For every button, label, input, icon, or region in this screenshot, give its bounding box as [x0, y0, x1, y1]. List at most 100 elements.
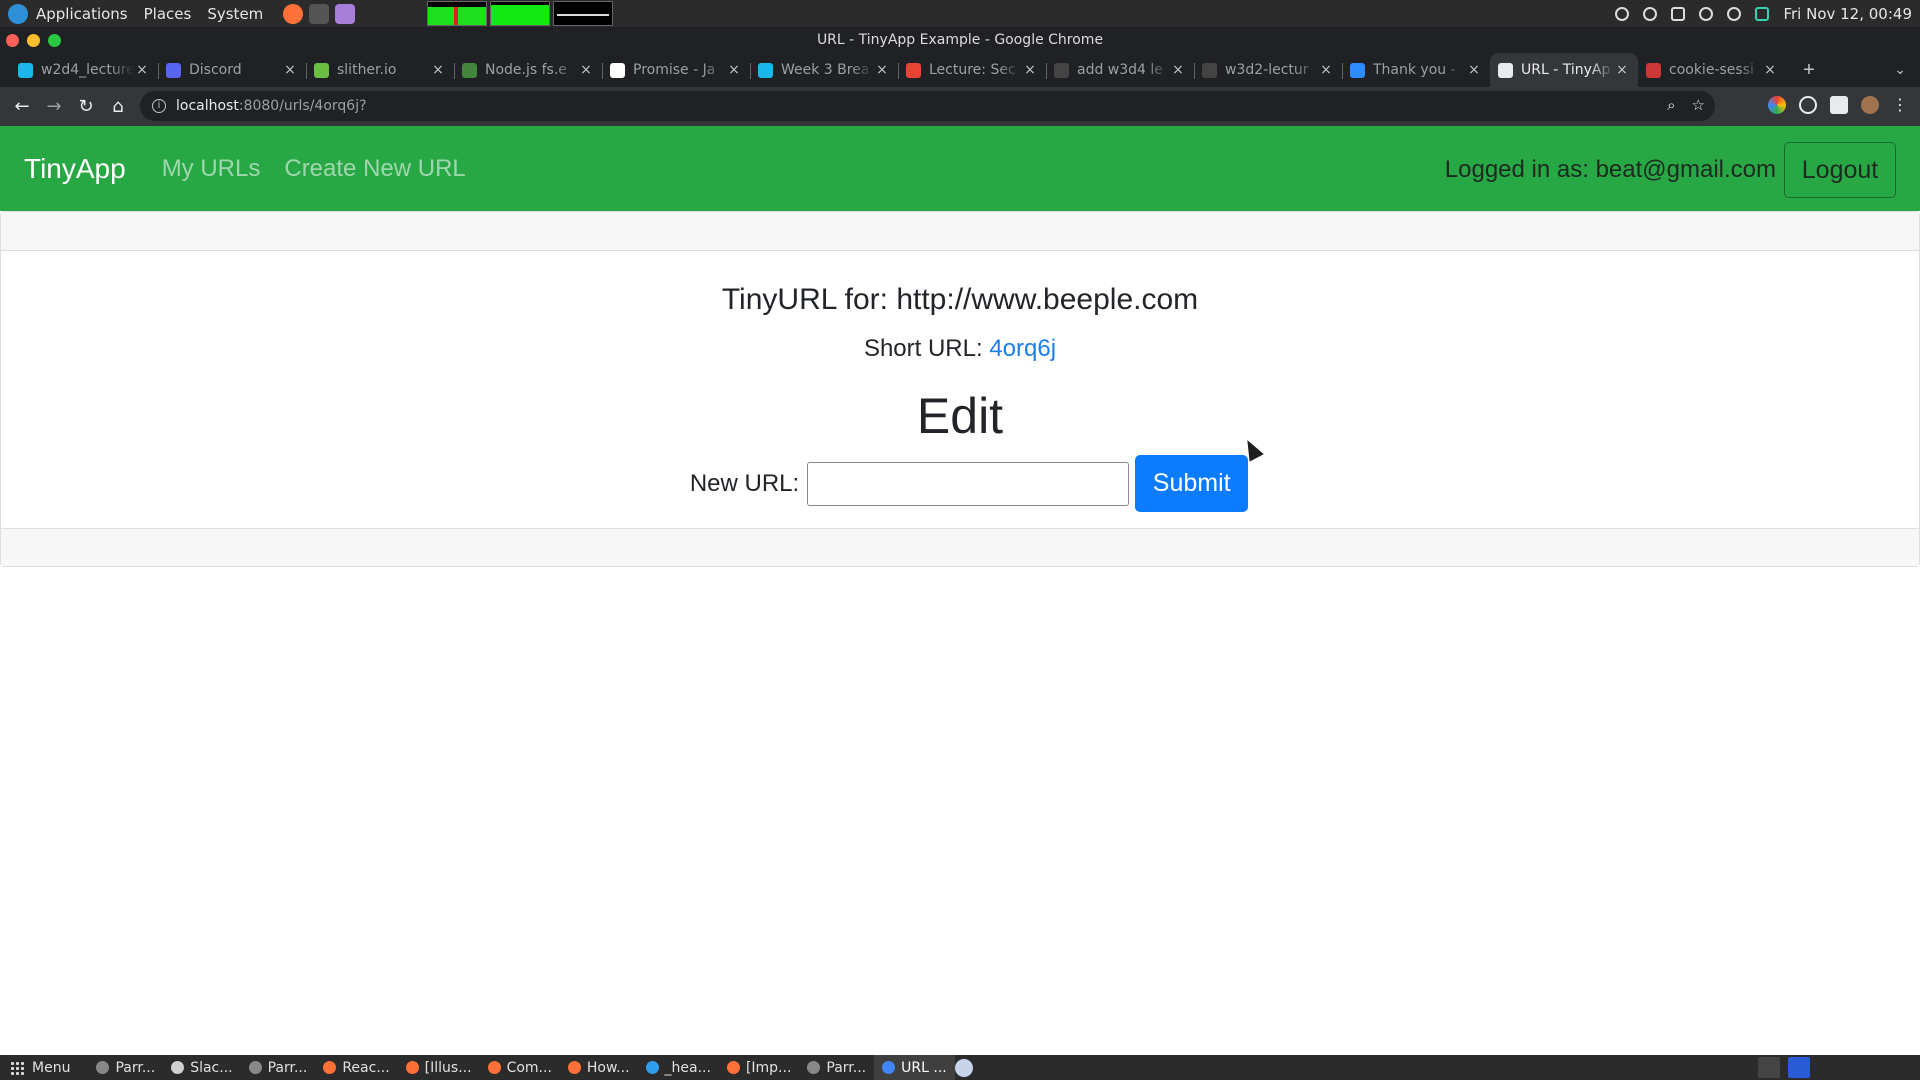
taskbar-item-label: Slac...: [190, 1059, 233, 1076]
taskbar-window-item[interactable]: Parr...: [241, 1055, 316, 1080]
nav-my-urls[interactable]: My URLs: [162, 155, 261, 183]
taskbar-item-label: Parr...: [267, 1059, 308, 1076]
text-editor-launcher-icon[interactable]: [335, 3, 356, 24]
workspace-switcher-icon[interactable]: [1758, 1057, 1780, 1078]
wifi-icon[interactable]: [1727, 6, 1742, 21]
browser-tab[interactable]: w2d4_lecture ×: [10, 53, 158, 87]
home-button[interactable]: ⌂: [102, 91, 134, 123]
taskbar-window-item[interactable]: URL ...: [874, 1055, 955, 1080]
browser-tab[interactable]: Thank you - ×: [1342, 53, 1490, 87]
color-picker-extension-icon[interactable]: [1768, 96, 1786, 114]
github-icon: [1202, 62, 1217, 78]
browser-tab[interactable]: slither.io ×: [306, 53, 454, 87]
firefox-launcher-icon[interactable]: [283, 3, 304, 24]
extensions-puzzle-icon[interactable]: [1830, 96, 1848, 114]
gmail-icon: [906, 62, 921, 78]
vimeo-icon: [18, 62, 33, 78]
tab-close-icon[interactable]: ×: [874, 62, 890, 78]
nav-create-new-url[interactable]: Create New URL: [284, 155, 465, 183]
vimeo-icon: [758, 62, 773, 78]
taskbar-item-label: Reac...: [342, 1059, 390, 1076]
taskbar-window-item[interactable]: Parr...: [88, 1055, 163, 1080]
profile-avatar[interactable]: [1861, 96, 1879, 114]
firefox-icon: [567, 1061, 581, 1074]
taskbar-window-item[interactable]: [Imp...: [719, 1055, 799, 1080]
battery-icon[interactable]: [1755, 6, 1770, 21]
extensions-area: ⋮: [1768, 95, 1908, 115]
edit-form: New URL: Submit: [19, 455, 1919, 512]
weather-icon[interactable]: [954, 1058, 973, 1077]
react-devtools-icon[interactable]: [1799, 96, 1817, 114]
distro-logo-icon[interactable]: [8, 3, 28, 24]
brand-link[interactable]: TinyApp: [24, 153, 126, 185]
chrome-menu-icon[interactable]: ⋮: [1892, 95, 1908, 115]
github-icon: [1054, 62, 1069, 78]
browser-tab[interactable]: Week 3 Brea ×: [750, 53, 898, 87]
omnibox-actions: ⌕ ☆: [1667, 96, 1705, 114]
taskbar-window-item[interactable]: Reac...: [315, 1055, 397, 1080]
submit-button[interactable]: Submit: [1135, 455, 1249, 512]
zoom-icon[interactable]: ⌕: [1667, 96, 1675, 114]
site-info-icon[interactable]: i: [152, 99, 166, 113]
taskbar-item-label: _hea...: [664, 1059, 711, 1076]
window-title: URL - TinyApp Example - Google Chrome: [816, 32, 1104, 48]
bluetooth-icon[interactable]: [1643, 6, 1658, 21]
browser-tab[interactable]: Node.js fs.e ×: [454, 53, 602, 87]
tab-close-icon[interactable]: ×: [578, 62, 594, 78]
browser-tab[interactable]: Promise - Ja ×: [602, 53, 750, 87]
browser-tab[interactable]: Discord ×: [158, 53, 306, 87]
tab-close-icon[interactable]: ×: [1318, 62, 1334, 78]
tab-close-icon[interactable]: ×: [282, 62, 298, 78]
places-menu[interactable]: Places: [144, 5, 192, 23]
tab-close-icon[interactable]: ×: [1614, 62, 1630, 78]
taskbar-window-item[interactable]: Slac...: [163, 1055, 240, 1080]
forward-button[interactable]: →: [38, 91, 70, 123]
address-bar[interactable]: i localhost:8080/urls/4orq6j? ⌕ ☆: [140, 91, 1715, 121]
logout-button[interactable]: Logout: [1784, 142, 1896, 198]
user-area: Logged in as: beat@gmail.com Logout: [1445, 142, 1896, 198]
new-tab-button[interactable]: +: [1792, 53, 1826, 87]
browser-tab[interactable]: Lecture: Sec ×: [898, 53, 1046, 87]
browser-tab[interactable]: w3d2-lectur ×: [1194, 53, 1342, 87]
browser-tab-active[interactable]: URL - TinyAp ×: [1490, 53, 1638, 87]
new-url-input[interactable]: [807, 461, 1130, 506]
taskbar-item-label: Parr...: [115, 1059, 156, 1076]
tab-close-icon[interactable]: ×: [1022, 62, 1038, 78]
tab-close-icon[interactable]: ×: [726, 62, 742, 78]
browser-tab[interactable]: add w3d4 le ×: [1046, 53, 1194, 87]
system-menu[interactable]: System: [207, 5, 263, 23]
terminal-launcher-icon[interactable]: [309, 3, 330, 24]
taskbar-window-item[interactable]: [Illus...: [398, 1055, 480, 1080]
slack-tray-icon[interactable]: [1615, 6, 1630, 21]
tab-title: w3d2-lectur: [1225, 62, 1309, 78]
taskbar-window-item[interactable]: How...: [560, 1055, 638, 1080]
panel-launchers: [283, 3, 356, 24]
display-icon[interactable]: [1671, 6, 1686, 21]
minimize-window-button[interactable]: [27, 34, 40, 47]
taskbar-window-list: Parr... Slac... Parr... Reac... [Illus... Com…: [88, 1055, 955, 1080]
tab-close-icon[interactable]: ×: [430, 62, 446, 78]
tab-search-icon[interactable]: ⌄: [1894, 61, 1906, 78]
chrome-icon: [882, 1061, 896, 1074]
tab-close-icon[interactable]: ×: [1170, 62, 1186, 78]
short-url-link[interactable]: 4orq6j: [989, 335, 1056, 362]
back-button[interactable]: ←: [6, 91, 38, 123]
taskbar-window-item[interactable]: Com...: [480, 1055, 560, 1080]
browser-tab[interactable]: cookie-sessi ×: [1638, 53, 1786, 87]
bookmark-star-icon[interactable]: ☆: [1692, 96, 1705, 114]
tab-close-icon[interactable]: ×: [1466, 62, 1482, 78]
reload-button[interactable]: ↻: [70, 91, 102, 123]
chrome-workspace-icon[interactable]: [1788, 1057, 1810, 1078]
taskbar-menu-button[interactable]: Menu: [0, 1060, 80, 1076]
tab-close-icon[interactable]: ×: [134, 62, 150, 78]
tab-title: Node.js fs.e: [485, 62, 567, 78]
clock[interactable]: Fri Nov 12, 00:49: [1783, 5, 1912, 23]
taskbar-window-item[interactable]: _hea...: [638, 1055, 719, 1080]
tab-title: w2d4_lecture: [41, 62, 134, 78]
tab-close-icon[interactable]: ×: [1762, 62, 1778, 78]
taskbar-window-item[interactable]: Parr...: [799, 1055, 874, 1080]
volume-icon[interactable]: [1699, 6, 1714, 21]
applications-menu[interactable]: Applications: [36, 5, 128, 23]
close-window-button[interactable]: [6, 34, 19, 47]
maximize-window-button[interactable]: [48, 34, 61, 47]
